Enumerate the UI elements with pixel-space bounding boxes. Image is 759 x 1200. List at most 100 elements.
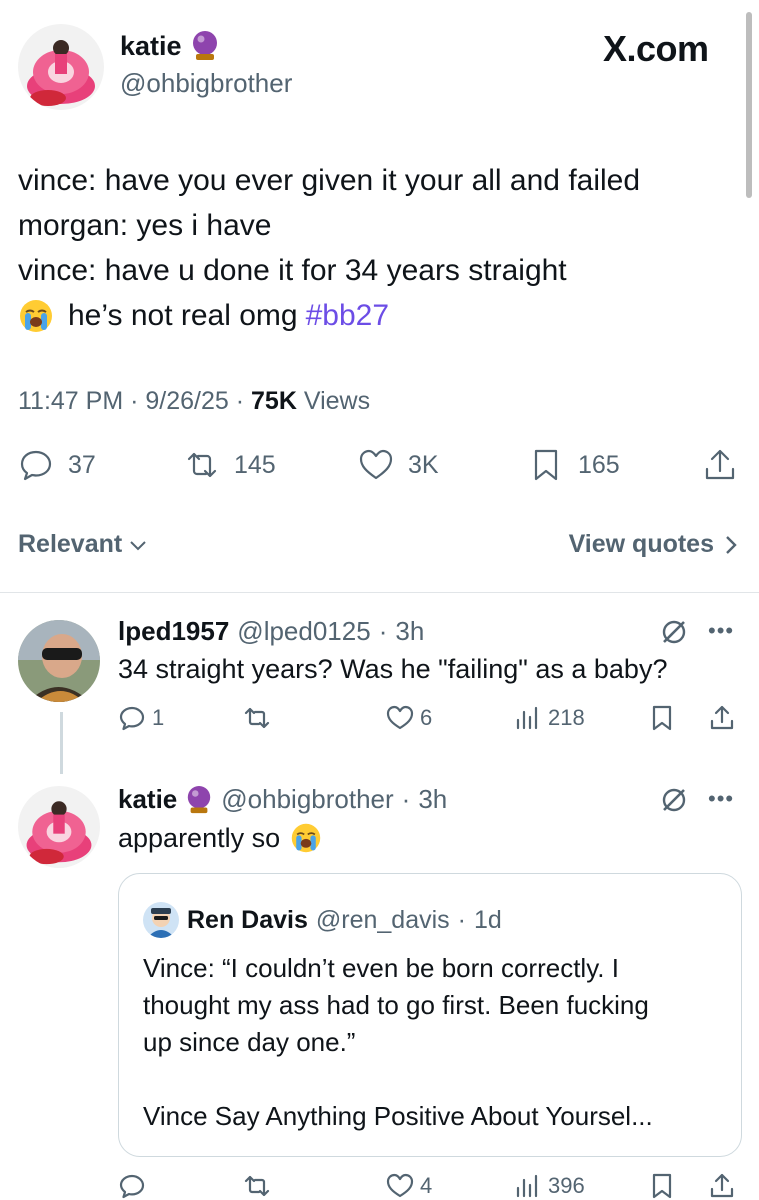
views-count: 218 <box>548 705 585 730</box>
thread-line <box>60 712 63 774</box>
views-count: 396 <box>548 1173 585 1198</box>
tweet-time[interactable]: 11:47 PM <box>18 387 123 415</box>
reply-icon <box>119 706 145 731</box>
quote-time[interactable]: 1d <box>474 906 502 935</box>
grok-icon[interactable] <box>660 786 688 814</box>
analytics-icon <box>516 1174 538 1198</box>
bookmark-count: 165 <box>578 450 620 479</box>
view-quotes-link[interactable]: View quotes <box>569 530 740 559</box>
hashtag-link[interactable]: #bb27 <box>306 293 389 338</box>
separator-dot: · <box>401 784 411 814</box>
reply-text: apparently so <box>118 822 322 854</box>
chevron-down-icon <box>130 540 146 550</box>
relevant-label[interactable]: Relevant <box>18 530 122 559</box>
quote-author-handle[interactable]: @ren_davis <box>316 906 450 935</box>
display-name[interactable]: katie <box>120 30 220 62</box>
bookmark-icon <box>652 1173 672 1199</box>
repost-count: 145 <box>234 450 276 479</box>
repost-button[interactable] <box>243 704 271 732</box>
repost-icon <box>187 452 217 478</box>
crystal-ball-icon <box>188 785 211 813</box>
bookmark-icon <box>534 449 558 481</box>
display-name-text[interactable]: katie <box>120 31 182 62</box>
quote-tweet-card[interactable]: Ren Davis @ren_davis · 1d Vince: “I coul… <box>118 873 742 1157</box>
tweet-meta: 11:47 PM · 9/26/25 · 75K Views <box>18 387 371 415</box>
tweet-last-line: he’s not real omg <box>68 299 298 332</box>
views-label: Views <box>303 387 371 415</box>
repost-button[interactable]: 145 <box>184 447 276 483</box>
reply-icon <box>119 1174 145 1199</box>
more-options-icon[interactable]: ••• <box>708 618 734 644</box>
share-button[interactable] <box>702 447 738 483</box>
tweet-date[interactable]: 9/26/25 <box>145 387 228 415</box>
separator-dot: · <box>378 616 388 646</box>
view-quotes-label[interactable]: View quotes <box>569 530 714 559</box>
views-button[interactable]: 218 <box>514 704 585 732</box>
scrollbar[interactable] <box>746 12 752 198</box>
handle[interactable]: @ohbigbrother <box>120 68 292 99</box>
reply-header: katie @ohbigbrother · 3h <box>118 784 447 815</box>
share-icon <box>705 449 735 480</box>
bookmark-button[interactable] <box>648 704 676 732</box>
share-icon <box>710 705 734 730</box>
reply-author-handle[interactable]: @lped0125 <box>237 616 370 647</box>
views-button[interactable]: 396 <box>514 1172 585 1200</box>
tweet-line: vince: have u done it for 34 years strai… <box>18 254 567 287</box>
reply-header: lped1957 @lped0125 · 3h <box>118 616 424 647</box>
crystal-ball-icon <box>192 31 217 60</box>
loudly-crying-face-icon <box>291 823 321 853</box>
avatar[interactable] <box>18 786 100 868</box>
heart-icon <box>386 1173 414 1198</box>
reply-time[interactable]: 3h <box>395 616 424 647</box>
tweet-actions: 37 145 3K 165 <box>18 447 740 491</box>
quote-header: Ren Davis @ren_davis · 1d <box>143 902 502 938</box>
reply-button[interactable]: 1 <box>118 704 164 732</box>
avatar[interactable] <box>18 620 100 702</box>
like-count: 3K <box>408 450 439 479</box>
grok-icon[interactable] <box>660 618 688 646</box>
more-options-icon[interactable]: ••• <box>708 786 734 812</box>
bookmark-button[interactable] <box>648 1172 676 1200</box>
reply-text-content: apparently so <box>118 822 281 853</box>
like-count: 4 <box>420 1173 433 1198</box>
reply-author-name[interactable]: lped1957 <box>118 616 229 647</box>
tweet-line: vince: have you ever given it your all a… <box>18 164 641 197</box>
tweet-line: morgan: yes i have <box>18 209 272 242</box>
heart-icon <box>386 705 414 730</box>
reply-author-name[interactable]: katie <box>118 784 177 815</box>
reply-actions: 4 396 <box>118 1172 740 1200</box>
reply-time[interactable]: 3h <box>418 784 447 815</box>
chevron-right-icon <box>726 535 737 554</box>
reply-icon <box>20 450 52 481</box>
like-button[interactable]: 4 <box>386 1172 432 1200</box>
repost-icon <box>244 1175 270 1197</box>
quote-text: Vince: “I couldn’t even be born correctl… <box>143 953 653 1131</box>
bookmark-icon <box>652 705 672 731</box>
heart-icon <box>359 449 393 480</box>
quote-author-name[interactable]: Ren Davis <box>187 906 308 935</box>
reply-actions: 1 6 218 <box>118 704 740 740</box>
divider <box>0 592 759 593</box>
share-button[interactable] <box>708 704 736 732</box>
separator-dot: · <box>457 905 466 934</box>
like-count: 6 <box>420 705 433 730</box>
reply-count: 1 <box>152 705 165 730</box>
like-button[interactable]: 6 <box>386 704 432 732</box>
tweet-line: he’s not real omg #bb27 <box>18 293 738 338</box>
share-button[interactable] <box>708 1172 736 1200</box>
tweet-body: vince: have you ever given it your all a… <box>18 158 738 338</box>
reply-count: 37 <box>68 450 96 479</box>
reply-author-handle[interactable]: @ohbigbrother <box>221 784 393 815</box>
relevant-dropdown[interactable]: Relevant <box>18 530 148 559</box>
repost-icon <box>244 707 270 729</box>
avatar[interactable] <box>18 24 104 110</box>
x-logo: X.com <box>603 28 709 69</box>
bookmark-button[interactable]: 165 <box>528 447 620 483</box>
avatar <box>143 902 179 938</box>
reply-button[interactable] <box>118 1172 146 1200</box>
repost-button[interactable] <box>243 1172 271 1200</box>
analytics-icon <box>516 706 538 730</box>
reply-button[interactable]: 37 <box>18 447 96 483</box>
like-button[interactable]: 3K <box>358 447 439 483</box>
reply-text: 34 straight years? Was he "failing" as a… <box>118 654 668 684</box>
